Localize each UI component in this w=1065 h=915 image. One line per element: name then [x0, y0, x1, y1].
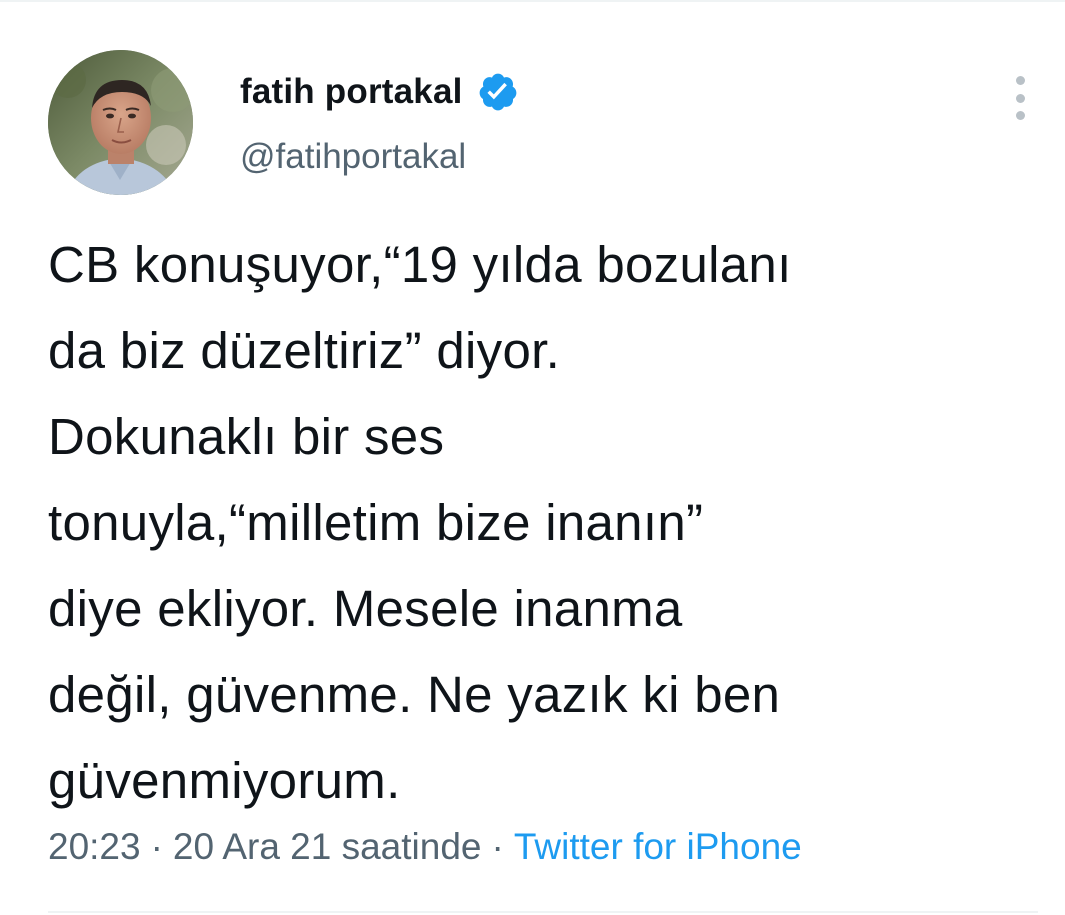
- tweet-meta: 20:23 · 20 Ara 21 saatinde · Twitter for iPh…: [48, 826, 802, 868]
- tweet-text-line: değil, güvenme. Ne yazık ki ben: [48, 666, 781, 723]
- more-dot: [1015, 76, 1025, 85]
- bottom-divider: [48, 911, 1038, 913]
- author-name-row[interactable]: fatih portakal: [240, 70, 519, 114]
- meta-separator: ·: [150, 826, 163, 867]
- tweet-text-line: CB konuşuyor,“19 yılda bozulanı: [48, 236, 792, 293]
- tweet-text: CB konuşuyor,“19 yılda bozulanı da biz d…: [48, 222, 1038, 824]
- tweet-text-line: tonuyla,“milletim bize inanın”: [48, 494, 704, 551]
- meta-separator: ·: [491, 826, 504, 867]
- tweet-text-line: diye ekliyor. Mesele inanma: [48, 580, 683, 637]
- more-vertical-icon[interactable]: [1006, 76, 1034, 120]
- avatar[interactable]: [48, 50, 193, 195]
- tweet-time[interactable]: 20:23: [48, 826, 141, 867]
- avatar-photo: [48, 50, 193, 195]
- tweet-text-line: Dokunaklı bir ses: [48, 408, 445, 465]
- tweet-date[interactable]: 20 Ara 21 saatinde: [173, 826, 482, 867]
- more-dot: [1015, 111, 1025, 120]
- tweet-text-line: güvenmiyorum.: [48, 752, 401, 809]
- author-handle[interactable]: @fatihportakal: [240, 137, 466, 177]
- top-divider: [0, 0, 1065, 2]
- tweet-text-line: da biz düzeltiriz” diyor.: [48, 322, 561, 379]
- more-dot: [1015, 93, 1025, 103]
- verified-badge-icon: [477, 71, 519, 113]
- tweet-source-link[interactable]: Twitter for iPhone: [514, 826, 802, 867]
- author-display-name[interactable]: fatih portakal: [240, 72, 463, 112]
